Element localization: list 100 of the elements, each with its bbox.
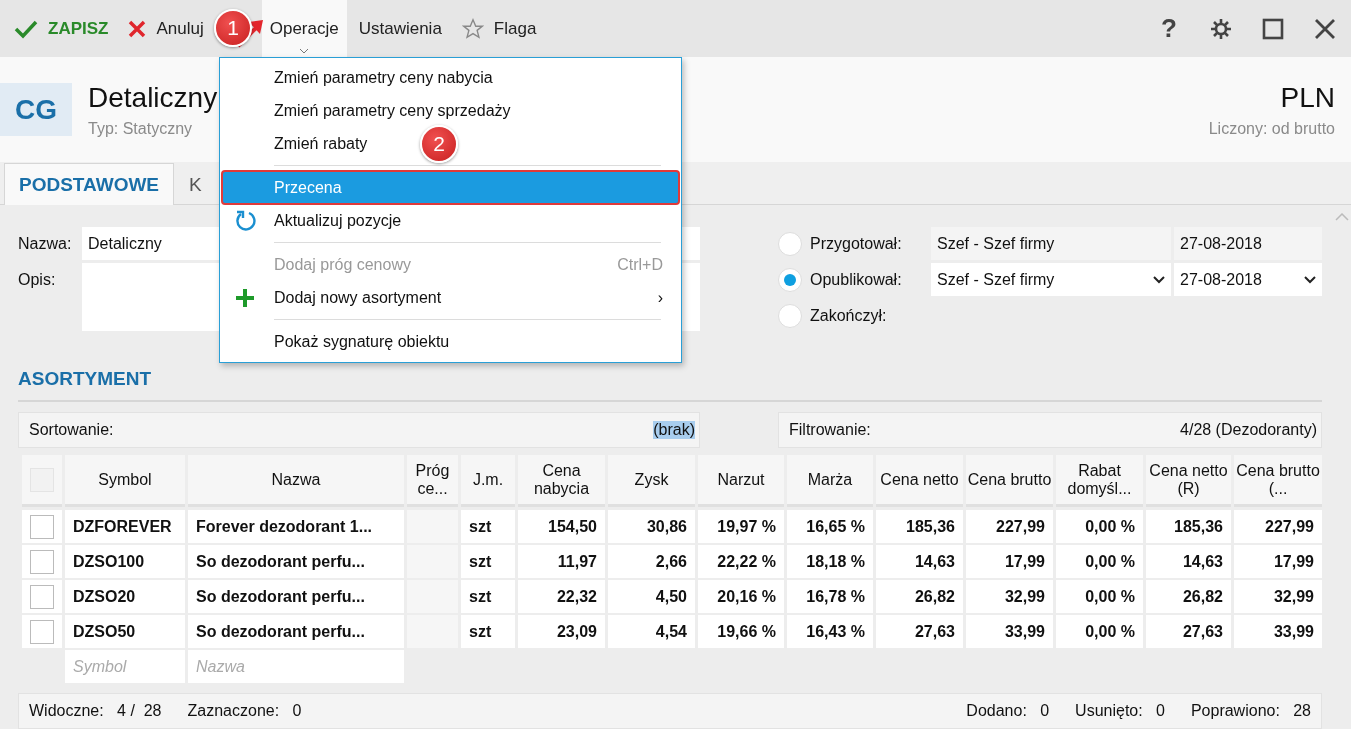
section-title: ASORTYMENT (18, 368, 1322, 402)
column-header[interactable]: Narzut (698, 455, 784, 507)
table-cell: 26,82 (876, 580, 963, 613)
table-cell: 20,16 % (698, 580, 784, 613)
toolbar-button[interactable]: Ustawienia (350, 0, 450, 57)
table-cell: DZFOREVER (65, 510, 185, 543)
date-field[interactable]: 27-08-2018 (1174, 227, 1322, 260)
table-cell: DZSO100 (65, 545, 185, 578)
column-header[interactable]: Symbol (65, 455, 185, 507)
menu-item[interactable]: Dodaj nowy asortyment › (222, 281, 679, 314)
submenu-arrow: › (657, 288, 663, 307)
person-field[interactable]: Szef - Szef firmy (931, 227, 1171, 260)
menu-item[interactable]: Zmień rabaty (274, 134, 368, 153)
filtering-value: 4/28 (Dezodoranty) (1180, 421, 1317, 439)
table-cell: 4,50 (608, 580, 695, 613)
maximize-icon (1262, 17, 1284, 40)
toolbar-button[interactable]: Flaga (453, 0, 545, 57)
currency-label: PLN (1280, 81, 1335, 114)
table-cell: 33,99 (966, 615, 1053, 648)
table-cell: So dezodorant perfu... (188, 580, 404, 613)
name-input[interactable]: Nazwa (188, 650, 404, 683)
shortcut-text: Ctrl+D (617, 255, 663, 274)
status-text: Widoczne: 4 / 28 (29, 702, 162, 720)
radio-option[interactable]: Przygotował: (778, 227, 928, 260)
column-header[interactable]: Zysk (608, 455, 695, 507)
status-text: Usunięto: 0 (1075, 702, 1165, 720)
toolbar-button[interactable]: Anuluj (120, 0, 212, 57)
radio-option[interactable]: Zakończył: (778, 299, 928, 332)
chevron-down-icon (1153, 275, 1165, 284)
table-cell: szt (461, 510, 515, 543)
table-cell: DZSO50 (65, 615, 185, 648)
table-cell: 11,97 (518, 545, 605, 578)
table-cell: 19,97 % (698, 510, 784, 543)
sorting-bar[interactable]: Sortowanie: (brak) (18, 412, 700, 448)
table-cell: szt (461, 545, 515, 578)
field-label: Nazwa: (18, 234, 73, 254)
tab[interactable]: PODSTAWOWE (4, 163, 175, 205)
menu-item[interactable]: Pokaż sygnaturę obiektu (274, 332, 450, 351)
menu-item[interactable]: Aktualizuj pozycje (274, 211, 402, 230)
menu-item-label: Dodaj próg cenowy (274, 255, 411, 274)
column-header[interactable]: Rabat domyśl... (1056, 455, 1143, 507)
plus-icon (234, 287, 256, 309)
row-checkbox[interactable] (30, 619, 54, 644)
table-cell: 22,32 (518, 580, 605, 613)
column-header[interactable]: Nazwa (188, 455, 404, 507)
column-header[interactable]: Cena nabycia (518, 455, 605, 507)
help-button[interactable]: ? (1143, 0, 1195, 57)
row-checkbox[interactable] (30, 549, 54, 574)
table-cell: 32,99 (1234, 580, 1322, 613)
table-cell: 33,99 (1234, 615, 1322, 648)
document-type: Typ: Statyczny (88, 119, 193, 138)
filtering-bar[interactable]: Filtrowanie: 4/28 (Dezodoranty) (778, 412, 1322, 448)
table-cell: 16,65 % (787, 510, 873, 543)
table-cell: 17,99 (1234, 545, 1322, 578)
table-cell: 185,36 (1146, 510, 1231, 543)
close-icon (1314, 17, 1336, 40)
symbol-input[interactable]: Symbol (65, 650, 185, 683)
caret-icon (299, 48, 310, 54)
close-icon (128, 19, 147, 38)
currency-note: Liczony: od brutto (1208, 119, 1335, 138)
column-header[interactable]: Marża (787, 455, 873, 507)
status-text: Zaznaczone: 0 (187, 702, 302, 720)
sorting-value: (brak) (653, 421, 695, 439)
column-header[interactable]: Cena netto (R) (1146, 455, 1231, 507)
column-header[interactable]: J.m. (461, 455, 515, 507)
table-cell: 0,00 % (1056, 545, 1143, 578)
settings-icon (1209, 16, 1233, 41)
table-cell: So dezodorant perfu... (188, 545, 404, 578)
row-checkbox[interactable] (30, 584, 54, 609)
status-text: Poprawiono: 28 (1190, 702, 1311, 720)
column-header[interactable]: Cena netto (876, 455, 963, 507)
column-header[interactable]: Cena brutto (966, 455, 1053, 507)
table-cell: szt (461, 580, 515, 613)
table-cell: 227,99 (1234, 510, 1322, 543)
row-checkbox[interactable] (30, 514, 54, 539)
radio-option[interactable]: Opublikował: (778, 263, 928, 296)
menu-item[interactable]: Zmień parametry ceny nabycia (274, 68, 493, 87)
table-cell: 18,18 % (787, 545, 873, 578)
status-text: Dodano: 0 (966, 702, 1050, 720)
date-dropdown[interactable]: 27-08-2018 (1174, 263, 1322, 296)
table-cell: Forever dezodorant 1... (188, 510, 404, 543)
document-badge: CG (0, 83, 72, 136)
table-cell: So dezodorant perfu... (188, 615, 404, 648)
menu-button[interactable]: Operacje (261, 0, 347, 57)
toolbar-button[interactable]: ZAPISZ (6, 0, 117, 57)
table-cell: 27,63 (876, 615, 963, 648)
document-title: Detaliczny (88, 81, 218, 114)
menu-item[interactable]: Zmień parametry ceny sprzedaży (274, 101, 511, 120)
menu-item-label: Przecena (274, 178, 342, 197)
table-cell: szt (461, 615, 515, 648)
column-header[interactable]: Próg ce... (407, 455, 458, 507)
table-cell: 227,99 (966, 510, 1053, 543)
table-cell: 19,66 % (698, 615, 784, 648)
table-cell: 32,99 (966, 580, 1053, 613)
table-cell: 4,54 (608, 615, 695, 648)
column-header[interactable]: Cena brutto (... (1234, 455, 1322, 507)
person-dropdown[interactable]: Szef - Szef firmy (931, 263, 1171, 296)
chevron-down-icon (1304, 275, 1316, 284)
table-cell: 30,86 (608, 510, 695, 543)
table-cell: 23,09 (518, 615, 605, 648)
